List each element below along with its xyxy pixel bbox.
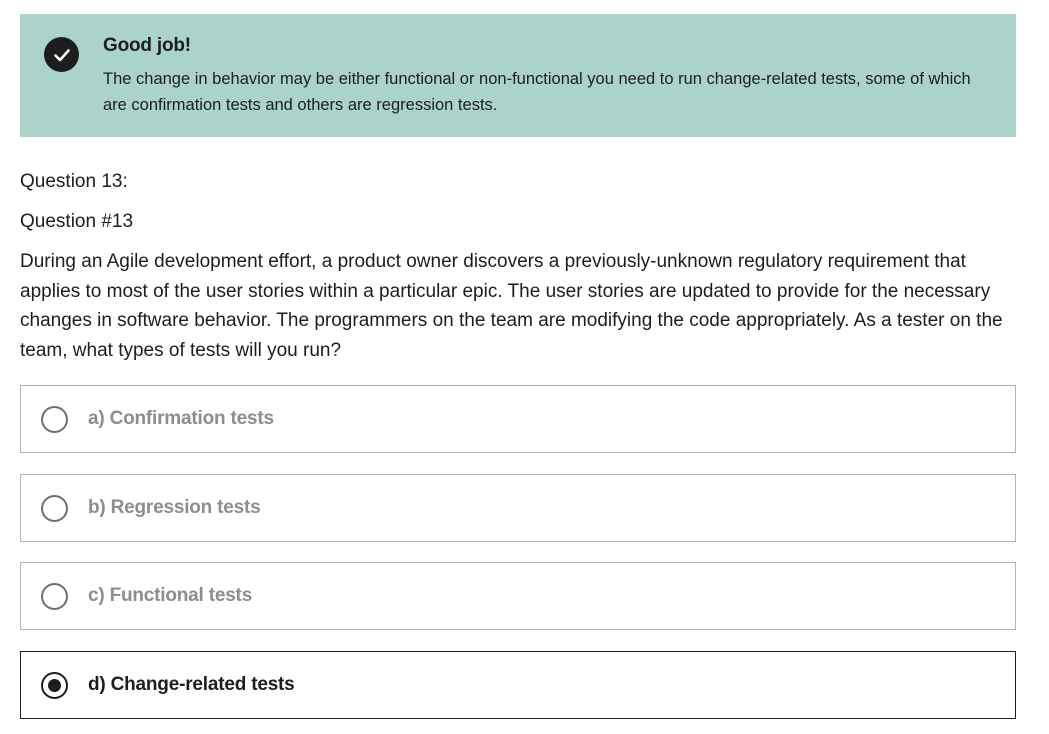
feedback-alert: Good job! The change in behavior may be … <box>20 14 1016 137</box>
question-text: During an Agile development effort, a pr… <box>20 251 1003 361</box>
radio-button-selected[interactable] <box>41 672 68 699</box>
answer-option-label: d) Change-related tests <box>88 674 295 695</box>
answer-option-c[interactable]: c) Functional tests <box>20 562 1016 630</box>
radio-button[interactable] <box>41 583 68 610</box>
question-title: Question #13 <box>20 211 134 232</box>
question-number: Question 13: <box>20 171 128 192</box>
feedback-explanation: The change in behavior may be either fun… <box>103 70 971 114</box>
answer-option-b[interactable]: b) Regression tests <box>20 474 1016 542</box>
radio-button[interactable] <box>41 406 68 433</box>
answer-option-label: c) Functional tests <box>88 585 253 606</box>
answer-option-a[interactable]: a) Confirmation tests <box>20 385 1016 453</box>
radio-button[interactable] <box>41 495 68 522</box>
quiz-page: Good job! The change in behavior may be … <box>0 0 1049 734</box>
radio-selected-dot <box>48 679 61 692</box>
check-circle-icon <box>44 37 79 72</box>
feedback-title: Good job! <box>103 35 191 56</box>
answer-option-label: b) Regression tests <box>88 497 261 518</box>
answer-option-d[interactable]: d) Change-related tests <box>20 651 1016 719</box>
answer-option-label: a) Confirmation tests <box>88 408 274 429</box>
